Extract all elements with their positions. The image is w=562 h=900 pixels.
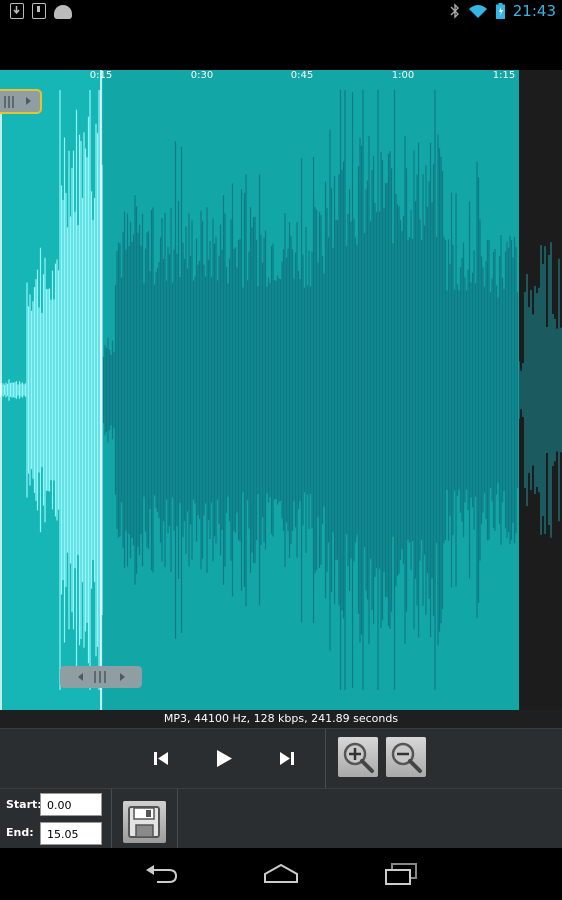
recent-apps-icon[interactable] (383, 862, 419, 886)
file-info: MP3, 44100 Hz, 128 kbps, 241.89 seconds (0, 710, 562, 728)
home-icon[interactable] (262, 862, 300, 886)
download-icon (10, 3, 24, 19)
waveform-graph (0, 70, 519, 710)
waveform-view[interactable]: 0:15 0:30 0:45 1:00 1:15 (0, 70, 562, 710)
zoom-in-button[interactable] (338, 737, 378, 777)
chevron-right-icon (120, 673, 125, 681)
zoom-out-button[interactable] (386, 737, 426, 777)
range-panel: Start: 0.00 End: 15.05 (0, 788, 562, 849)
play-icon (217, 750, 232, 767)
playback-controls (0, 728, 562, 789)
clock: 21:43 (512, 2, 556, 20)
end-time-input[interactable]: 15.05 (40, 822, 102, 845)
timeline-tick: 0:30 (190, 70, 214, 81)
wifi-icon (468, 5, 487, 18)
waveform-unloaded-area (519, 70, 562, 710)
status-bar: 21:43 (0, 0, 562, 24)
skip-previous-icon (154, 752, 168, 765)
chevron-left-icon (78, 673, 83, 681)
timeline-tick: 0:15 (89, 70, 113, 81)
skip-next-button[interactable] (272, 743, 302, 773)
waveform-panel[interactable]: 0:15 0:30 0:45 1:00 1:15 (0, 70, 519, 710)
timeline-tick: 0:45 (290, 70, 314, 81)
timeline: 0:15 0:30 0:45 1:00 1:15 (0, 70, 519, 84)
timeline-tick: 1:15 (492, 70, 516, 81)
zoom-out-icon (391, 742, 422, 773)
chevron-right-icon (26, 97, 31, 105)
battery-icon (495, 3, 505, 19)
zoom-in-icon (343, 742, 374, 773)
sd-card-icon (32, 3, 46, 19)
start-time-input[interactable]: 0.00 (40, 793, 102, 816)
bluetooth-icon (450, 3, 459, 19)
back-icon[interactable] (143, 862, 179, 886)
android-icon (54, 5, 72, 19)
start-marker-handle[interactable] (0, 89, 42, 114)
skip-next-icon (280, 752, 294, 765)
navigation-bar (0, 848, 562, 900)
start-label: Start: (6, 798, 42, 811)
end-marker-handle[interactable] (60, 666, 142, 688)
save-icon (128, 806, 160, 838)
timeline-tick: 1:00 (391, 70, 415, 81)
play-button[interactable] (208, 743, 238, 773)
end-label: End: (6, 826, 34, 839)
save-button[interactable] (123, 801, 166, 843)
skip-previous-button[interactable] (146, 743, 176, 773)
